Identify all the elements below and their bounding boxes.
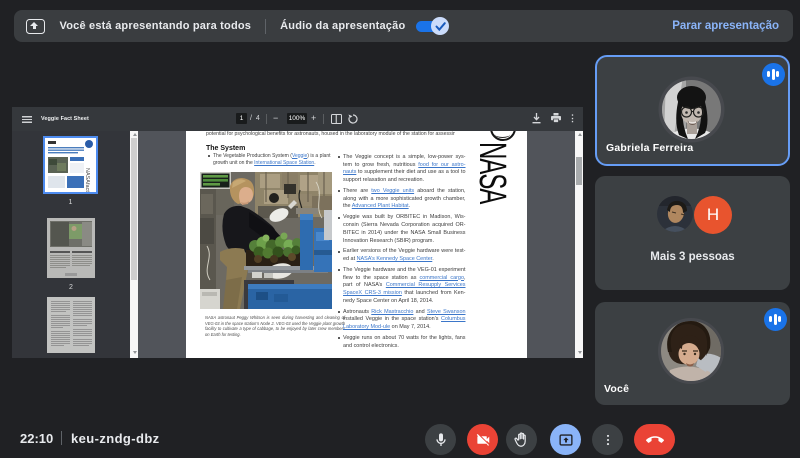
- svg-text:NASAfacts: NASAfacts: [84, 168, 90, 192]
